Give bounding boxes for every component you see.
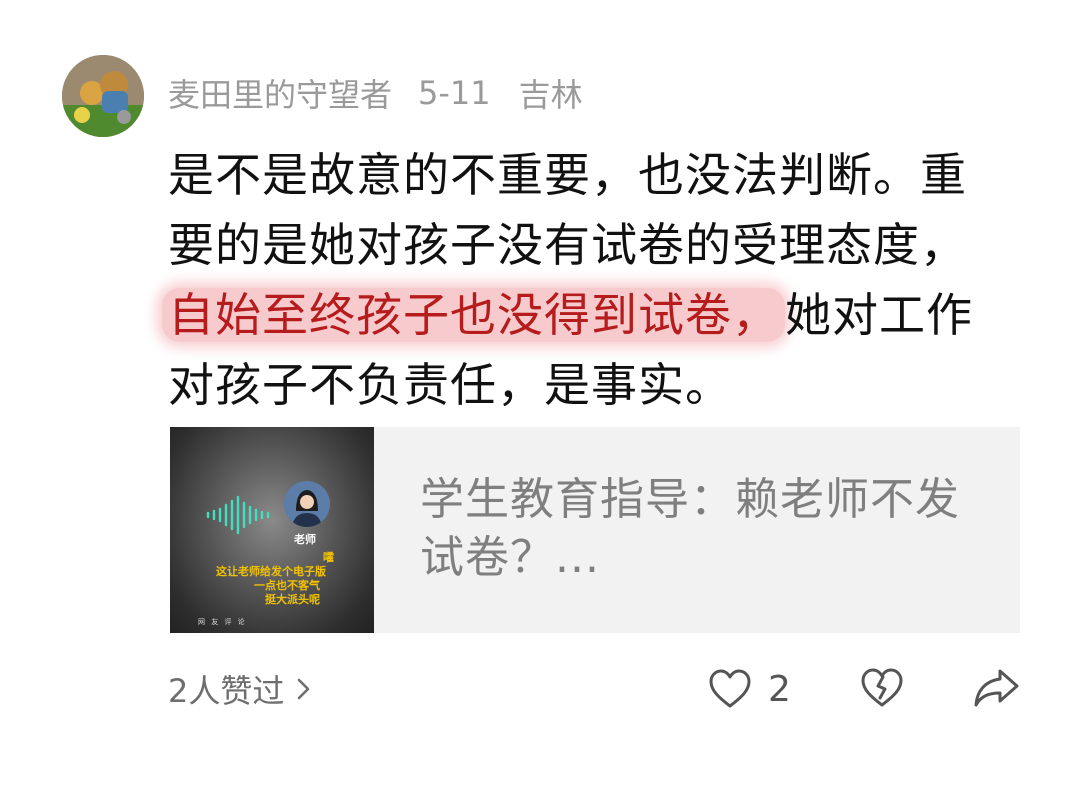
comment-text: 是不是故意的不重要，也没法判断。重 要的是她对孩子没有试卷的受理态度， 自始至终…	[162, 140, 998, 420]
link-card[interactable]: 老师 嚯 这让老师给发个电子版 一点也不客气 挺大派头呢 网 友 评 论 学生教…	[170, 427, 1020, 633]
dislike-button[interactable]	[860, 665, 904, 713]
comment-line-3: 自始至终孩子也没得到试卷， 她对工作	[162, 280, 998, 350]
like-button[interactable]: 2	[708, 665, 791, 713]
highlighted-phrase: 自始至终孩子也没得到试卷，	[162, 288, 785, 342]
comment-line-2: 要的是她对孩子没有试卷的受理态度，	[168, 218, 967, 272]
link-card-title[interactable]: 学生教育指导：赖老师不发试卷？...	[374, 427, 1020, 633]
comment-meta: 麦田里的守望者 5-11 吉林	[168, 72, 583, 114]
broken-heart-icon	[861, 668, 903, 707]
caption-line: 挺大派头呢	[265, 593, 320, 606]
comment-date: 5-11	[418, 74, 491, 112]
card-thumbnail: 老师 嚯 这让老师给发个电子版 一点也不客气 挺大派头呢 网 友 评 论	[170, 427, 374, 633]
comment-line-3-rest: 她对工作	[785, 288, 973, 342]
comment-location: 吉林	[518, 76, 583, 114]
thumbnail-footer: 网 友 评 论	[198, 618, 247, 626]
comment-line-1: 是不是故意的不重要，也没法判断。重	[168, 148, 967, 202]
thumbnail-caption: 嚯 这让老师给发个电子版 一点也不客气 挺大派头呢	[190, 551, 350, 607]
caption-line: 一点也不客气	[254, 579, 320, 592]
teacher-avatar-icon	[284, 481, 330, 527]
likes-summary[interactable]: 2人赞过	[168, 668, 312, 710]
like-count: 2	[768, 668, 791, 710]
likes-text: 2人赞过	[168, 672, 285, 710]
voice-wave-icon	[206, 495, 270, 535]
heart-icon	[709, 669, 751, 708]
user-avatar[interactable]	[62, 55, 144, 137]
chevron-right-icon	[298, 678, 310, 700]
share-arrow-icon	[974, 669, 1019, 707]
caption-line: 嚯	[323, 551, 334, 564]
share-button[interactable]	[972, 665, 1020, 713]
caption-line: 这让老师给发个电子版	[216, 565, 326, 578]
teacher-label: 老师	[294, 533, 316, 546]
username[interactable]: 麦田里的守望者	[168, 70, 392, 116]
comment-line-4: 对孩子不负责任，是事实。	[168, 358, 732, 412]
